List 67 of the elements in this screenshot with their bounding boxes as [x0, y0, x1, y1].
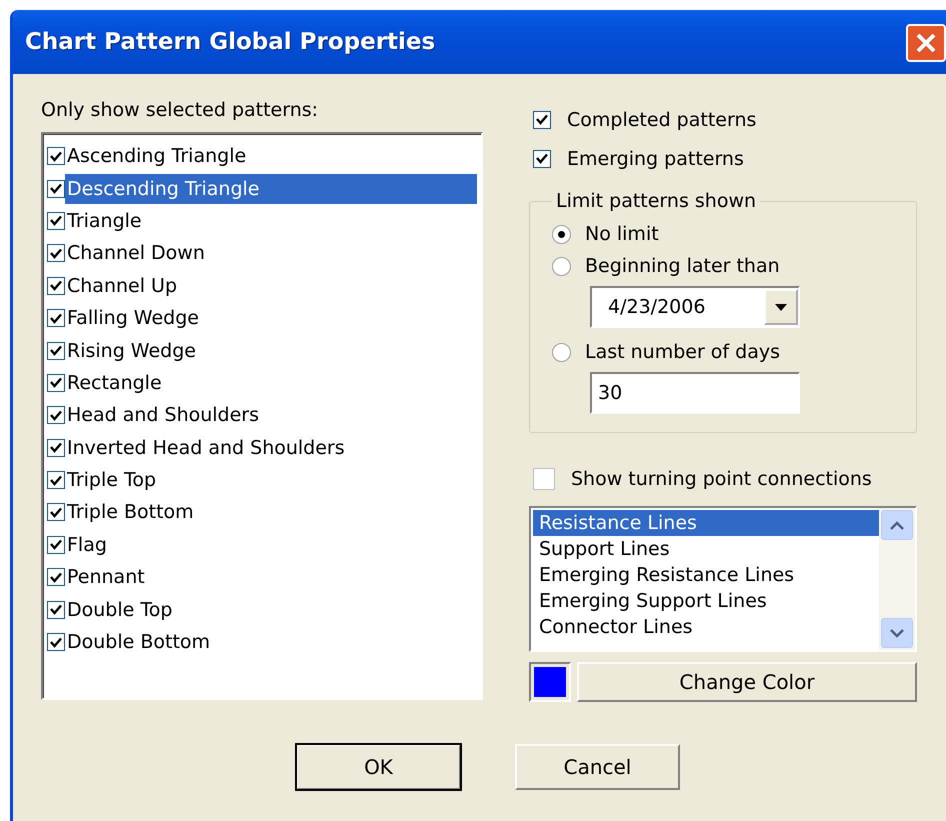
checkbox[interactable] [47, 503, 65, 522]
checkbox[interactable] [47, 244, 65, 262]
chevron-down-icon [890, 628, 904, 638]
close-icon [915, 32, 937, 54]
pattern-item[interactable]: Channel Up [65, 270, 180, 301]
line-item[interactable]: Emerging Resistance Lines [533, 562, 879, 588]
pattern-item[interactable]: Channel Down [65, 238, 207, 268]
checkbox[interactable] [47, 180, 65, 198]
scrollbar[interactable] [879, 508, 915, 650]
group-title: Limit patterns shown [555, 190, 758, 212]
change-color-button[interactable]: Change Color [577, 662, 917, 702]
checkbox[interactable] [533, 468, 555, 490]
pattern-item[interactable]: Descending Triangle [65, 174, 477, 204]
checkbox[interactable] [47, 276, 65, 295]
checkbox[interactable] [47, 568, 65, 586]
line-item[interactable]: Support Lines [533, 536, 879, 562]
pattern-item[interactable]: Pennant [65, 562, 147, 592]
pattern-item[interactable]: Double Bottom [65, 627, 212, 658]
checkbox-label: Emerging patterns [567, 148, 744, 170]
checkbox-label: Show turning point connections [571, 468, 872, 490]
chevron-up-icon [890, 520, 904, 530]
close-button[interactable] [906, 24, 946, 62]
radio-label: No limit [585, 223, 659, 245]
date-value: 4/23/2006 [607, 296, 706, 318]
pattern-item[interactable]: Triangle [65, 206, 144, 236]
pattern-item[interactable]: Triple Bottom [65, 497, 196, 528]
checkbox[interactable] [47, 600, 65, 619]
line-item[interactable]: Emerging Support Lines [533, 588, 879, 614]
pattern-item[interactable]: Triple Top [65, 465, 158, 496]
radio-button[interactable] [552, 342, 571, 362]
pattern-item[interactable]: Falling Wedge [65, 303, 201, 334]
checkbox[interactable] [47, 309, 65, 328]
radio-button[interactable] [552, 224, 571, 244]
checkbox[interactable] [533, 150, 551, 168]
checkbox[interactable] [47, 633, 65, 652]
pattern-item[interactable]: Rectangle [65, 368, 164, 398]
checkbox[interactable] [47, 438, 65, 457]
window-title: Chart Pattern Global Properties [25, 29, 436, 55]
checkbox[interactable] [47, 406, 65, 424]
pattern-item[interactable]: Flag [65, 530, 109, 560]
ok-button[interactable]: OK [296, 744, 461, 790]
radio-label: Last number of days [585, 341, 780, 363]
checkbox[interactable] [47, 342, 65, 360]
caret-icon [775, 304, 787, 310]
pattern-item[interactable]: Head and Shoulders [65, 400, 262, 430]
checkbox-label: Completed patterns [567, 108, 756, 130]
pattern-item[interactable]: Rising Wedge [65, 336, 198, 366]
checkbox[interactable] [47, 147, 65, 166]
checkbox[interactable] [47, 212, 65, 230]
radio-label: Beginning later than [585, 255, 780, 277]
line-item[interactable]: Connector Lines [533, 614, 879, 640]
days-field[interactable]: 30 [590, 372, 800, 414]
checkbox[interactable] [47, 471, 65, 490]
pattern-item[interactable]: Inverted Head and Shoulders [65, 432, 347, 463]
line-item[interactable]: Resistance Lines [533, 510, 879, 536]
pattern-item[interactable]: Ascending Triangle [65, 141, 248, 172]
checkbox[interactable] [533, 110, 551, 128]
cancel-button[interactable]: Cancel [515, 744, 680, 790]
date-dropdown[interactable]: 4/23/2006 [590, 286, 800, 328]
dropdown-button[interactable] [764, 289, 798, 325]
checkbox[interactable] [47, 374, 65, 392]
list-label: Only show selected patterns: [41, 98, 320, 122]
checkbox[interactable] [47, 536, 65, 554]
scroll-down-button[interactable] [881, 618, 913, 648]
scroll-up-button[interactable] [881, 510, 913, 540]
pattern-item[interactable]: Double Top [65, 594, 174, 625]
radio-button[interactable] [552, 256, 571, 276]
